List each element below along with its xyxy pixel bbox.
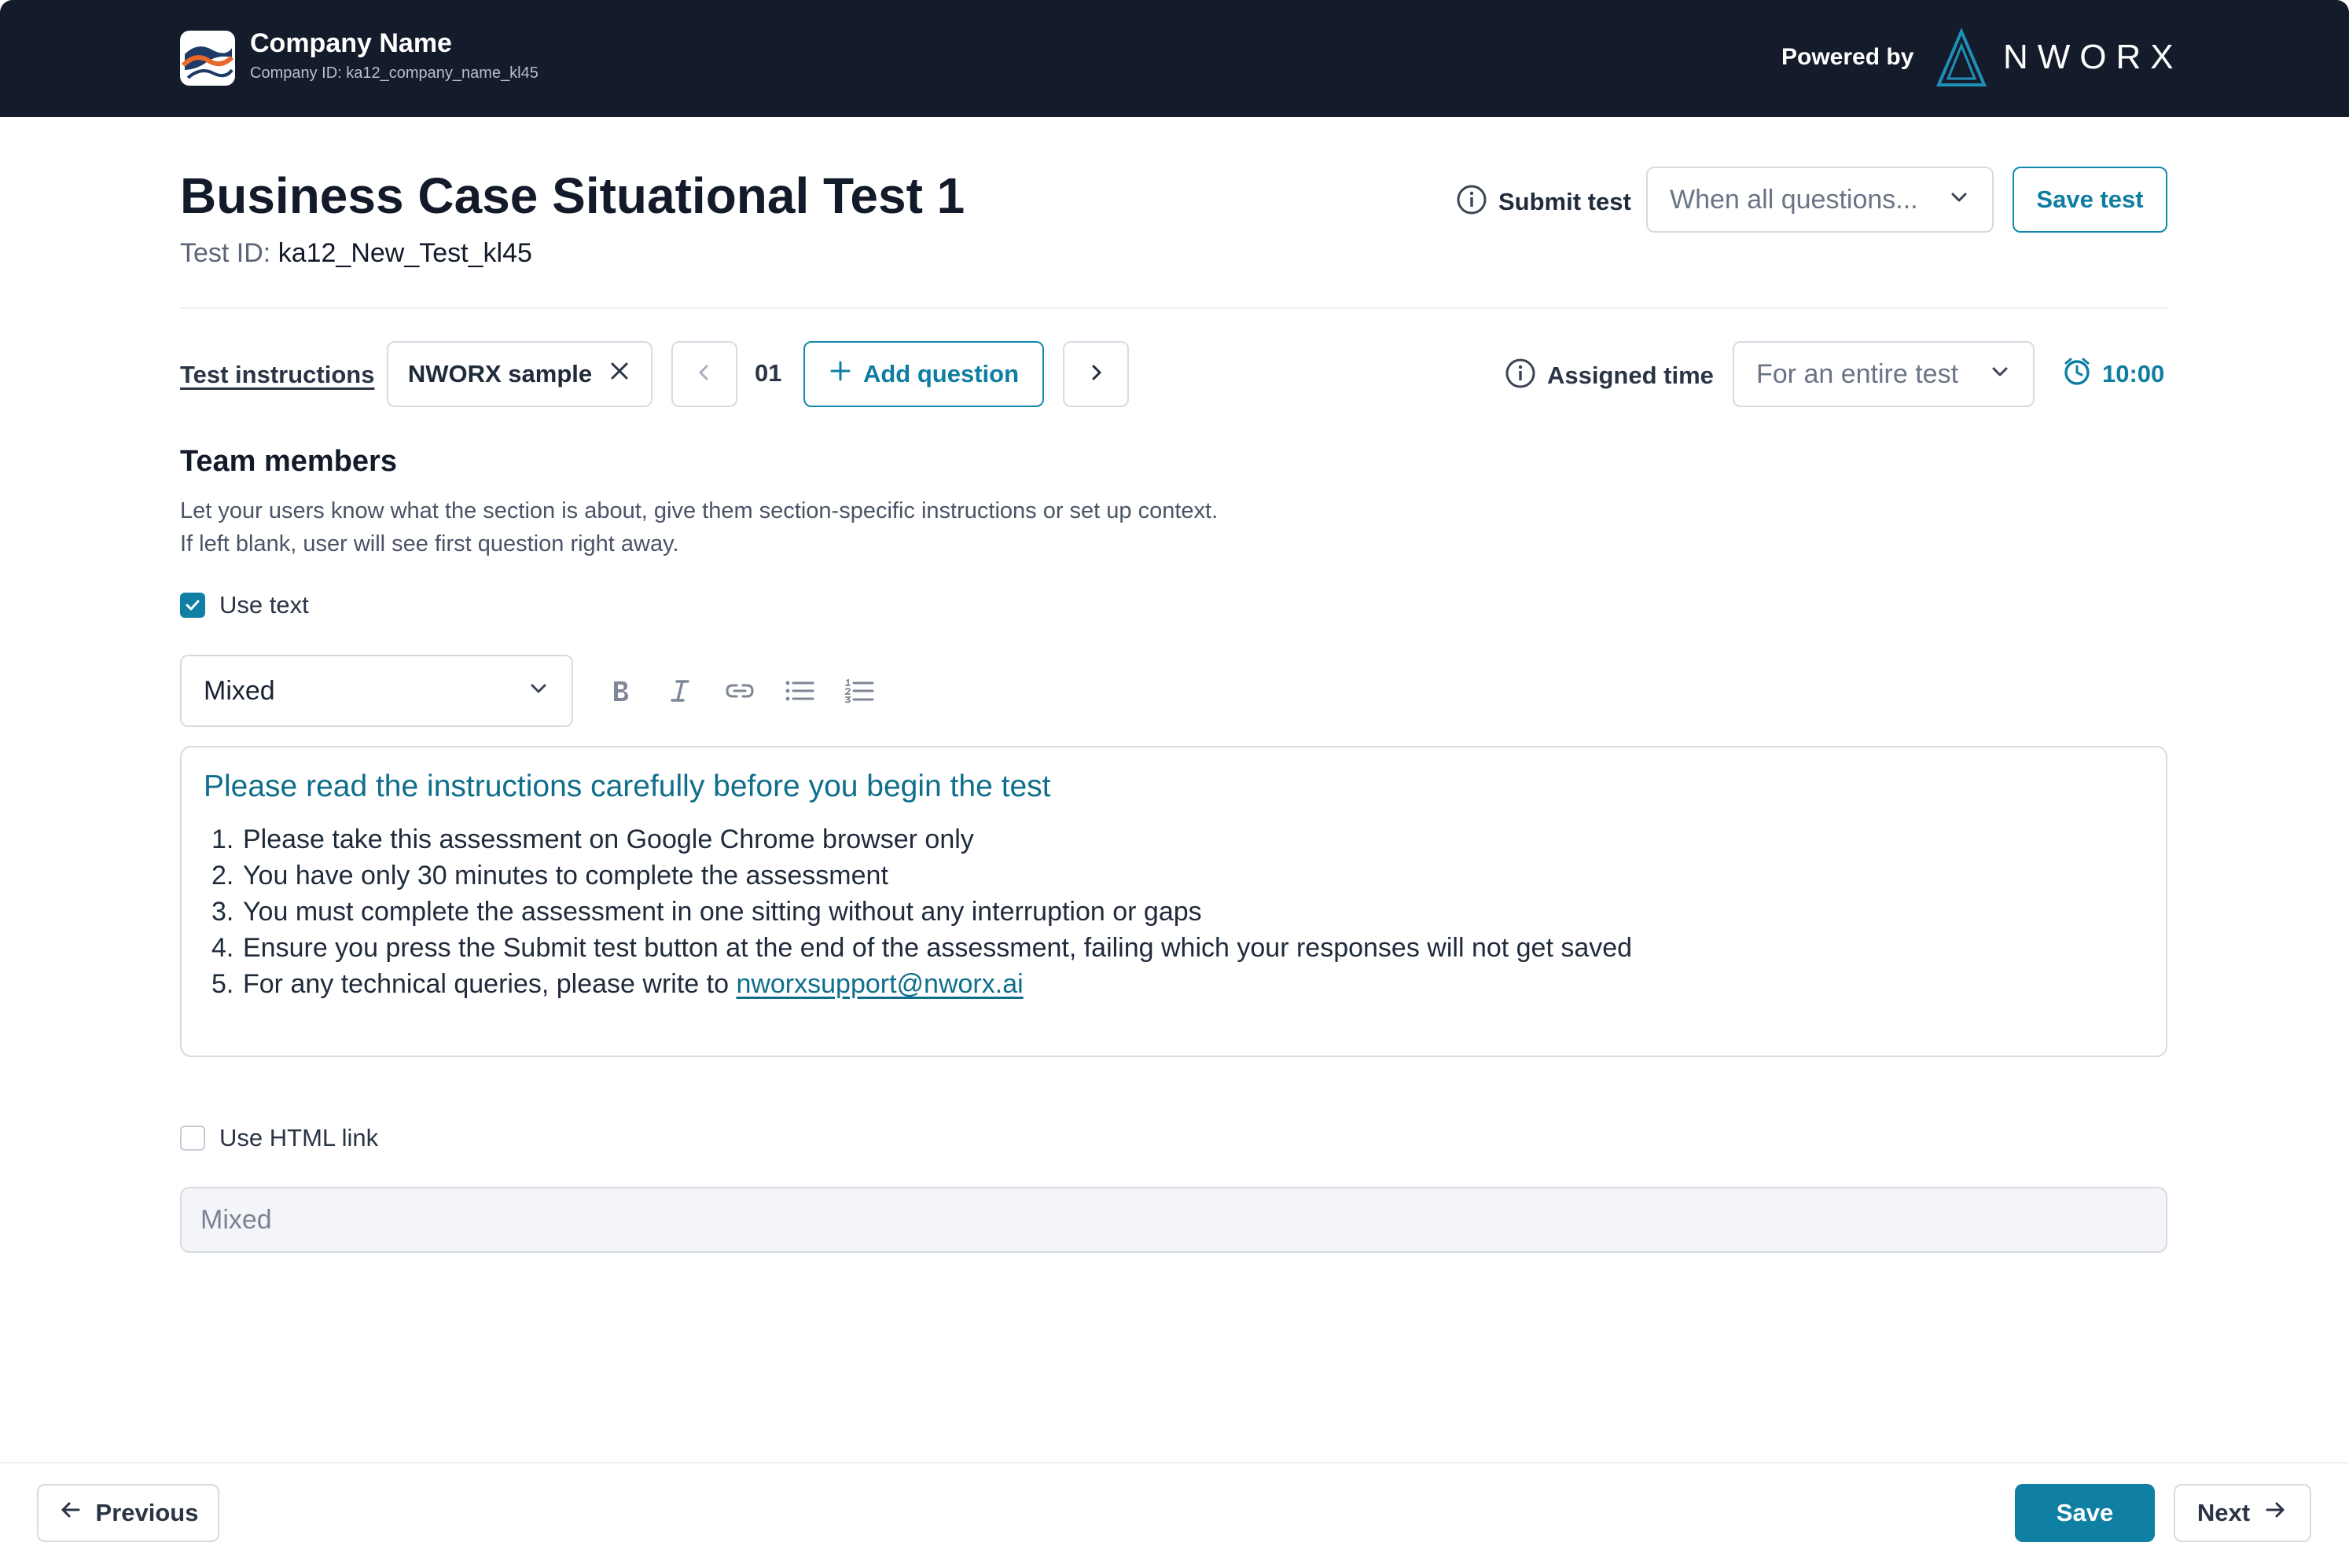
use-html-link-label: Use HTML link bbox=[219, 1124, 379, 1151]
test-instructions-link[interactable]: Test instructions bbox=[180, 361, 374, 389]
top-bar: Company Name Company ID: ka12_company_na… bbox=[0, 0, 2349, 117]
plus-icon bbox=[829, 359, 852, 389]
chevron-down-icon bbox=[1948, 185, 1970, 215]
numbered-list-icon[interactable] bbox=[840, 671, 879, 711]
bullet-list-icon[interactable] bbox=[780, 671, 819, 711]
formatting-toolbar bbox=[601, 671, 879, 711]
company-name: Company Name bbox=[250, 28, 452, 58]
info-icon[interactable] bbox=[1505, 358, 1536, 393]
section-description-line: If left blank, user will see first quest… bbox=[180, 531, 679, 556]
question-chip[interactable]: NWORX sample bbox=[387, 341, 652, 407]
divider bbox=[180, 307, 2167, 309]
list-item: 2. You have only 30 minutes to complete t… bbox=[211, 861, 888, 890]
add-question-label: Add question bbox=[862, 360, 1020, 387]
previous-label: Previous bbox=[95, 1499, 199, 1526]
assigned-time-group: Assigned time bbox=[1505, 358, 1714, 393]
alarm-clock-icon bbox=[2061, 355, 2093, 393]
chevron-down-icon bbox=[528, 676, 550, 707]
company-id: Company ID: ka12_company_name_kl45 bbox=[250, 64, 539, 82]
chevron-down-icon bbox=[1989, 359, 2011, 390]
next-question-button[interactable] bbox=[1063, 341, 1129, 407]
format-select[interactable]: Mixed bbox=[180, 655, 573, 727]
italic-icon[interactable] bbox=[660, 671, 700, 711]
assigned-time-value: For an entire test bbox=[1756, 358, 1959, 389]
use-html-link-checkbox[interactable] bbox=[180, 1126, 205, 1151]
powered-by-label: Powered by bbox=[1781, 44, 1914, 70]
use-text-label: Use text bbox=[219, 591, 309, 619]
html-link-input[interactable]: Mixed bbox=[180, 1187, 2167, 1253]
page-title: Business Case Situational Test 1 bbox=[180, 167, 965, 224]
list-item: 5. For any technical queries, please writ… bbox=[211, 969, 1024, 999]
submit-condition-select[interactable]: When all questions... bbox=[1646, 167, 1994, 233]
arrow-left-icon bbox=[58, 1497, 83, 1529]
format-select-value: Mixed bbox=[204, 675, 275, 706]
chevron-right-icon bbox=[1084, 361, 1108, 388]
section-description-line: Let your users know what the section is … bbox=[180, 498, 1219, 523]
previous-button[interactable]: Previous bbox=[37, 1484, 219, 1542]
assigned-time-label: Assigned time bbox=[1547, 361, 1714, 389]
arrow-right-icon bbox=[2263, 1497, 2288, 1529]
brand-wordmark: NWORX bbox=[2003, 38, 2183, 76]
list-item: 3. You must complete the assessment in on… bbox=[211, 897, 1202, 927]
assigned-time-select[interactable]: For an entire test bbox=[1733, 341, 2035, 407]
timer: 10:00 bbox=[2061, 355, 2164, 393]
submit-test-group: Submit test bbox=[1456, 184, 1631, 219]
instructions-list: 1. Please take this assessment on Google … bbox=[204, 821, 2144, 1002]
use-text-checkbox[interactable] bbox=[180, 593, 205, 618]
save-test-button[interactable]: Save test bbox=[2013, 167, 2167, 233]
use-text-option[interactable]: Use text bbox=[180, 591, 309, 619]
section-description: Let your users know what the section is … bbox=[180, 494, 1218, 560]
test-id-label: Test ID: bbox=[180, 238, 271, 268]
previous-question-button[interactable] bbox=[671, 341, 737, 407]
list-item: 1. Please take this assessment on Google … bbox=[211, 824, 974, 854]
test-id: Test ID: ka12_New_Test_kl45 bbox=[180, 238, 532, 269]
close-icon[interactable] bbox=[608, 359, 631, 389]
test-id-value: ka12_New_Test_kl45 bbox=[278, 238, 532, 268]
use-html-link-option[interactable]: Use HTML link bbox=[180, 1124, 378, 1152]
submit-test-label: Submit test bbox=[1498, 187, 1631, 215]
footer-divider bbox=[0, 1462, 2349, 1463]
save-button[interactable]: Save bbox=[2015, 1484, 2155, 1542]
add-question-button[interactable]: Add question bbox=[803, 341, 1044, 407]
link-icon[interactable] bbox=[720, 671, 759, 711]
company-logo bbox=[180, 31, 235, 86]
support-email-link[interactable]: nworxsupport@nworx.ai bbox=[736, 969, 1023, 999]
rich-text-editor[interactable]: Please read the instructions carefully b… bbox=[180, 746, 2167, 1057]
chip-label: NWORX sample bbox=[407, 360, 593, 387]
list-item: 4. Ensure you press the Submit test butto… bbox=[211, 933, 1633, 963]
info-icon[interactable] bbox=[1456, 184, 1487, 219]
bold-icon[interactable] bbox=[601, 671, 640, 711]
next-button[interactable]: Next bbox=[2174, 1484, 2311, 1542]
editor-heading: Please read the instructions carefully b… bbox=[204, 769, 1051, 803]
section-title: Team members bbox=[180, 445, 397, 478]
chevron-left-icon bbox=[693, 361, 716, 388]
nworx-logo-icon bbox=[1935, 27, 1987, 88]
question-number: 01 bbox=[755, 359, 782, 387]
timer-value: 10:00 bbox=[2102, 360, 2165, 387]
submit-condition-value: When all questions... bbox=[1670, 184, 1918, 215]
next-label: Next bbox=[2196, 1499, 2251, 1526]
